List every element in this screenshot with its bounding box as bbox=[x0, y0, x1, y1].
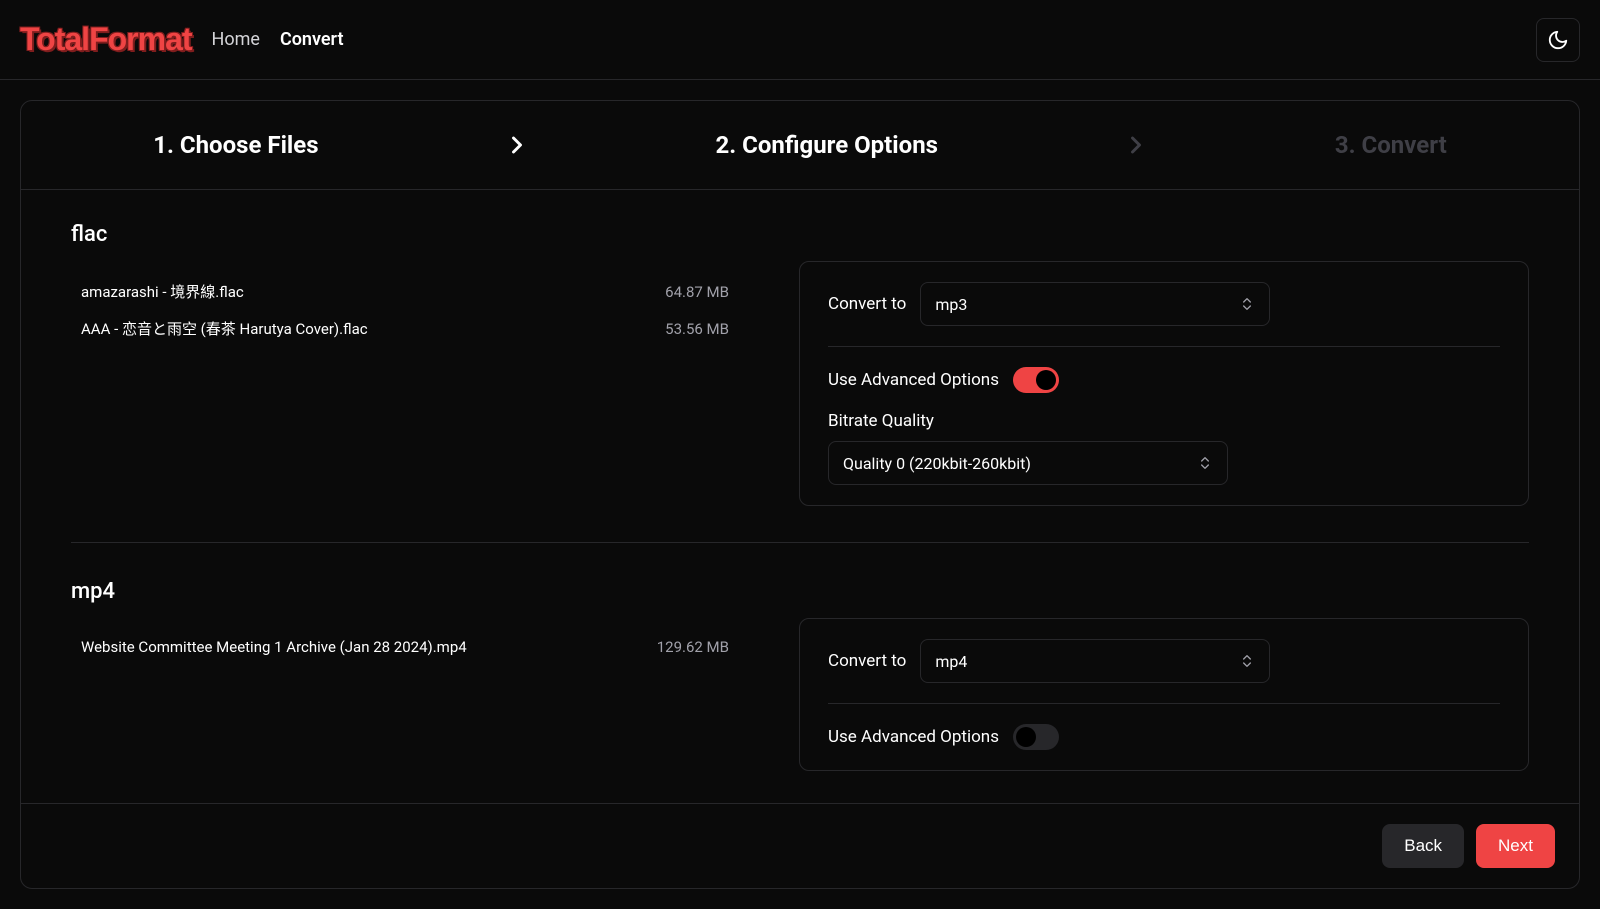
bitrate-select[interactable]: Quality 0 (220kbit-260kbit) bbox=[828, 441, 1228, 485]
file-size: 64.87 MB bbox=[665, 283, 729, 301]
format-title: flac bbox=[71, 222, 1529, 247]
format-title: mp4 bbox=[71, 579, 1529, 604]
wizard-card: 1. Choose Files 2. Configure Options 3. … bbox=[20, 100, 1580, 889]
file-list: Website Committee Meeting 1 Archive (Jan… bbox=[71, 618, 729, 664]
nav-home[interactable]: Home bbox=[212, 29, 260, 50]
convert-to-label: Convert to bbox=[828, 651, 906, 671]
stepper: 1. Choose Files 2. Configure Options 3. … bbox=[21, 101, 1579, 190]
format-group-mp4: mp4 Website Committee Meeting 1 Archive … bbox=[71, 567, 1529, 783]
step-convert: 3. Convert bbox=[1335, 131, 1447, 159]
file-size: 129.62 MB bbox=[657, 638, 729, 656]
select-value: Quality 0 (220kbit-260kbit) bbox=[843, 454, 1031, 473]
nav-convert[interactable]: Convert bbox=[280, 29, 344, 50]
convert-to-select[interactable]: mp3 bbox=[920, 282, 1270, 326]
options-panel: Convert to mp4 bbox=[799, 618, 1529, 771]
file-row: AAA - 恋音と雨空 (春茶 Harutya Cover).flac 53.5… bbox=[81, 310, 729, 347]
convert-to-row: Convert to mp3 bbox=[828, 282, 1500, 326]
convert-to-select[interactable]: mp4 bbox=[920, 639, 1270, 683]
main-container: 1. Choose Files 2. Configure Options 3. … bbox=[0, 80, 1600, 909]
back-button[interactable]: Back bbox=[1382, 824, 1464, 868]
format-body: Website Committee Meeting 1 Archive (Jan… bbox=[71, 618, 1529, 771]
advanced-options-label: Use Advanced Options bbox=[828, 727, 999, 747]
advanced-toggle-row: Use Advanced Options bbox=[828, 724, 1500, 750]
wizard-footer: Back Next bbox=[21, 803, 1579, 888]
group-divider bbox=[71, 542, 1529, 543]
chevrons-up-down-icon bbox=[1197, 455, 1213, 471]
file-row: amazarashi - 境界線.flac 64.87 MB bbox=[81, 273, 729, 310]
file-name: AAA - 恋音と雨空 (春茶 Harutya Cover).flac bbox=[81, 318, 368, 339]
main-nav: Home Convert bbox=[212, 29, 344, 50]
advanced-options-switch[interactable] bbox=[1013, 367, 1059, 393]
convert-to-label: Convert to bbox=[828, 294, 906, 314]
select-value: mp3 bbox=[935, 295, 967, 314]
file-size: 53.56 MB bbox=[665, 320, 729, 338]
step-configure-options: 2. Configure Options bbox=[715, 131, 938, 159]
file-row: Website Committee Meeting 1 Archive (Jan… bbox=[81, 630, 729, 664]
chevron-right-icon bbox=[1122, 131, 1150, 159]
step-choose-files[interactable]: 1. Choose Files bbox=[153, 131, 318, 159]
theme-toggle-button[interactable] bbox=[1536, 18, 1580, 62]
file-name: amazarashi - 境界線.flac bbox=[81, 281, 244, 302]
switch-thumb bbox=[1016, 727, 1036, 747]
options-panel: Convert to mp3 bbox=[799, 261, 1529, 506]
advanced-options-label: Use Advanced Options bbox=[828, 370, 999, 390]
convert-to-row: Convert to mp4 bbox=[828, 639, 1500, 683]
file-name: Website Committee Meeting 1 Archive (Jan… bbox=[81, 638, 467, 656]
format-body: amazarashi - 境界線.flac 64.87 MB AAA - 恋音と… bbox=[71, 261, 1529, 506]
divider bbox=[828, 703, 1500, 704]
divider bbox=[828, 346, 1500, 347]
format-group-flac: flac amazarashi - 境界線.flac 64.87 MB AAA … bbox=[71, 210, 1529, 518]
select-value: mp4 bbox=[935, 652, 967, 671]
next-button[interactable]: Next bbox=[1476, 824, 1555, 868]
app-logo[interactable]: TotalFormat bbox=[20, 21, 192, 58]
chevrons-up-down-icon bbox=[1239, 296, 1255, 312]
chevron-right-icon bbox=[503, 131, 531, 159]
chevrons-up-down-icon bbox=[1239, 653, 1255, 669]
switch-thumb bbox=[1036, 370, 1056, 390]
moon-icon bbox=[1547, 29, 1569, 51]
bitrate-option: Bitrate Quality Quality 0 (220kbit-260kb… bbox=[828, 411, 1500, 485]
bitrate-label: Bitrate Quality bbox=[828, 411, 1500, 431]
file-list: amazarashi - 境界線.flac 64.87 MB AAA - 恋音と… bbox=[71, 261, 729, 347]
content-area: flac amazarashi - 境界線.flac 64.87 MB AAA … bbox=[21, 190, 1579, 803]
app-header: TotalFormat Home Convert bbox=[0, 0, 1600, 80]
advanced-options-switch[interactable] bbox=[1013, 724, 1059, 750]
header-left: TotalFormat Home Convert bbox=[20, 21, 344, 58]
advanced-toggle-row: Use Advanced Options bbox=[828, 367, 1500, 393]
